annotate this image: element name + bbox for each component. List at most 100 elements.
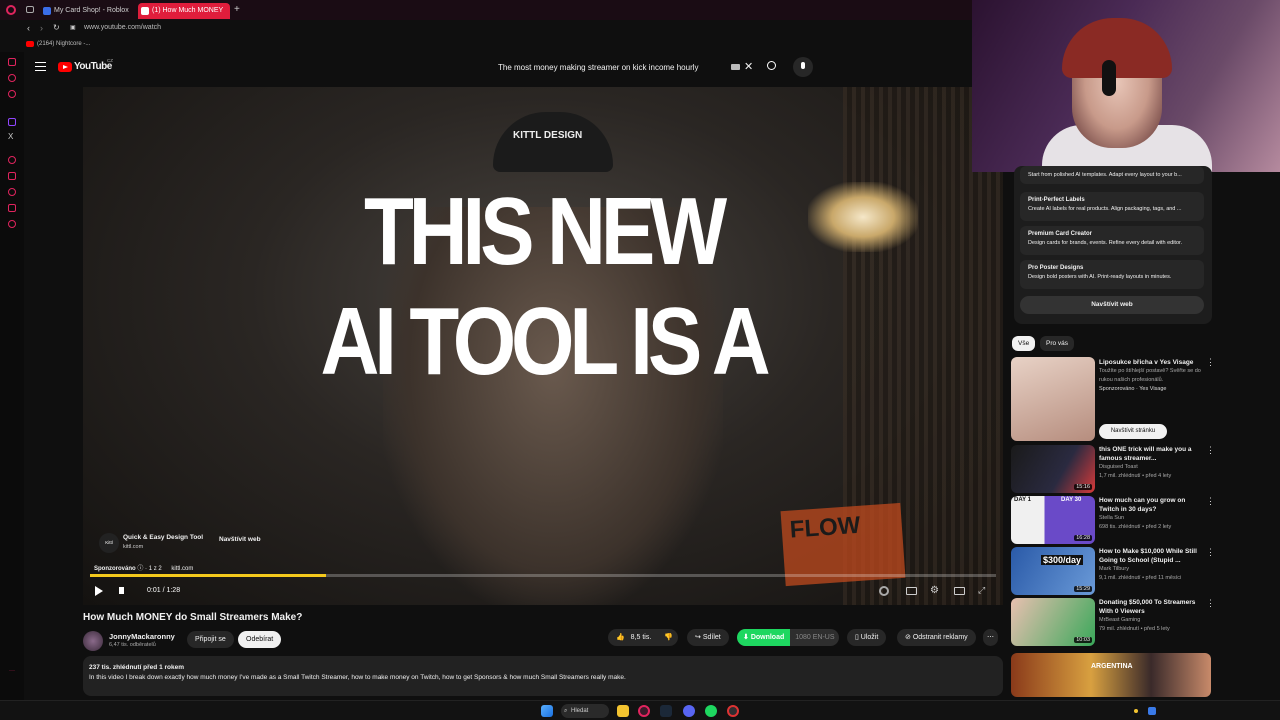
- duration-badge: 10:03: [1074, 637, 1092, 643]
- more-options-icon[interactable]: ⋮: [1206, 496, 1215, 507]
- url-field[interactable]: www.youtube.com/watch: [84, 24, 161, 31]
- subscribe-button[interactable]: Odebírat: [238, 631, 282, 648]
- settings-rail-icon[interactable]: [8, 220, 16, 228]
- rec-thumbnail-ad[interactable]: [1011, 357, 1095, 441]
- description-text: In this video I break down exactly how m…: [89, 674, 626, 681]
- settings-icon[interactable]: ⚙: [930, 585, 939, 596]
- view-count-date: 237 tis. zhlédnutí před 1 rokem: [89, 664, 184, 671]
- home-rail-icon[interactable]: [8, 58, 16, 66]
- more-actions-button[interactable]: ⋯: [983, 629, 998, 646]
- video-title: How Much MONEY do Small Streamers Make?: [83, 612, 303, 623]
- rec-thumbnail[interactable]: 10:03: [1011, 598, 1095, 646]
- chip-for-you[interactable]: Pro vás: [1040, 336, 1075, 351]
- download-label: ⬇ Download: [737, 629, 791, 646]
- obs-icon[interactable]: [727, 705, 739, 717]
- steam-icon[interactable]: [660, 705, 672, 717]
- download-button[interactable]: ⬇ Download 1080 EN-US: [737, 629, 839, 646]
- search-icon[interactable]: [767, 61, 776, 70]
- thumbs-down-icon[interactable]: 👎: [664, 629, 673, 646]
- extensions-rail-icon[interactable]: [8, 204, 16, 212]
- quality-select[interactable]: 1080 EN-US: [795, 634, 834, 641]
- ad-option[interactable]: Print-Perfect Labels Create AI labels fo…: [1020, 192, 1204, 221]
- keyboard-icon[interactable]: [731, 64, 740, 70]
- info-icon[interactable]: ⓘ ·: [137, 566, 148, 572]
- kittl-logo: Kittl: [99, 533, 119, 553]
- remove-ads-button[interactable]: ⊘ Odstranit reklamy: [897, 629, 976, 646]
- tab-overview-icon[interactable]: [26, 6, 34, 13]
- more-rail-icon[interactable]: ···: [9, 668, 15, 674]
- rec-item[interactable]: How much can you grow on Twitch in 30 da…: [1099, 496, 1207, 532]
- tab-roblox[interactable]: My Card Shop! - Roblox: [40, 3, 136, 19]
- windows-start-icon[interactable]: [541, 705, 553, 717]
- ad-overlay-card[interactable]: Kittl Quick & Easy Design Tool kittl.com…: [93, 527, 273, 559]
- network-icon[interactable]: [1148, 707, 1156, 715]
- tray-icon[interactable]: [1134, 709, 1138, 713]
- ad-option[interactable]: Premium Card Creator Design cards for br…: [1020, 226, 1204, 255]
- taskbar-search[interactable]: ⌕ Hledat: [561, 704, 609, 718]
- instagram-rail-icon[interactable]: [8, 118, 16, 126]
- sidebar-ad-panel: Start from polished AI templates. Adapt …: [1014, 166, 1212, 324]
- bookmarks-rail-icon[interactable]: [8, 172, 16, 180]
- taskbar: ⌕ Hledat: [0, 700, 1280, 720]
- rec-item-ad[interactable]: Liposukce břicha v Yes Visage Toužíte po…: [1099, 358, 1207, 394]
- downloads-rail-icon[interactable]: [8, 188, 16, 196]
- ad-option[interactable]: Start from polished AI templates. Adapt …: [1020, 166, 1204, 184]
- rec-visit-page-button[interactable]: Navštívit stránku: [1099, 424, 1167, 439]
- thumb-text: DAY 1: [1014, 497, 1032, 503]
- ad-option[interactable]: Pro Poster Designs Design bold posters w…: [1020, 260, 1204, 289]
- more-options-icon[interactable]: ⋮: [1206, 357, 1215, 368]
- channel-avatar[interactable]: [83, 631, 103, 651]
- volume-icon[interactable]: [119, 587, 124, 594]
- more-options-icon[interactable]: ⋮: [1206, 445, 1215, 456]
- rec-thumbnail-bottom[interactable]: ARGENTINA: [1011, 653, 1211, 697]
- rec-thumbnail[interactable]: $300/day 15:29: [1011, 547, 1095, 595]
- whatsapp-rail-icon[interactable]: [8, 90, 16, 98]
- x-rail-icon[interactable]: X: [8, 132, 13, 141]
- rec-item[interactable]: Donating $50,000 To Streamers With 0 Vie…: [1099, 598, 1207, 634]
- tab-youtube[interactable]: (1) How Much MONEY do: [138, 3, 230, 30]
- subtitles-icon[interactable]: [906, 587, 917, 595]
- new-tab-button[interactable]: +: [234, 4, 240, 15]
- rec-thumbnail[interactable]: DAY 1 DAY 30 16:28: [1011, 496, 1095, 544]
- more-options-icon[interactable]: ⋮: [1206, 547, 1215, 558]
- spotify-icon[interactable]: [705, 705, 717, 717]
- bookmark-item[interactable]: (2164) Nightcore -...: [37, 41, 90, 47]
- history-rail-icon[interactable]: [8, 156, 16, 164]
- rec-item[interactable]: this ONE trick will make you a famous st…: [1099, 445, 1207, 481]
- forward-icon[interactable]: ›: [40, 23, 43, 33]
- taskbar-search-icon: ⌕: [564, 708, 568, 714]
- messenger-rail-icon[interactable]: [8, 74, 16, 82]
- opera-taskbar-icon[interactable]: [638, 705, 650, 717]
- voice-search-icon[interactable]: [793, 57, 813, 77]
- sidebar-visit-web-button[interactable]: Navštívit web: [1020, 296, 1204, 314]
- browser-sidebar: X ···: [0, 52, 24, 700]
- clear-search-icon[interactable]: ✕: [744, 60, 753, 73]
- autoplay-toggle[interactable]: [879, 586, 889, 596]
- video-player[interactable]: KITTL DESIGN FLOW THIS NEW AI TOOL IS A …: [83, 87, 1003, 605]
- play-button[interactable]: [95, 586, 103, 596]
- reload-icon[interactable]: ↻: [53, 23, 60, 32]
- channel-name[interactable]: JonnyMackaronny: [109, 632, 175, 641]
- region-code: CZ: [107, 58, 113, 63]
- youtube-logo-icon[interactable]: [58, 62, 72, 72]
- youtube-header: YouTube CZ The most money making streame…: [24, 52, 974, 84]
- opera-logo-icon[interactable]: [6, 5, 16, 15]
- description-box[interactable]: 237 tis. zhlédnutí před 1 rokem In this …: [83, 656, 1003, 696]
- discord-icon[interactable]: [683, 705, 695, 717]
- thumb-text: ARGENTINA: [1091, 663, 1133, 670]
- like-button[interactable]: 👍 8,5 tis. 👎: [608, 629, 678, 646]
- join-button[interactable]: Připojit se: [187, 631, 234, 648]
- miniplayer-icon[interactable]: [954, 587, 965, 595]
- ad-visit-button[interactable]: Navštívit web: [219, 536, 261, 543]
- rec-item[interactable]: How to Make $10,000 While Still Going to…: [1099, 547, 1207, 583]
- menu-icon[interactable]: [35, 62, 46, 71]
- chip-all[interactable]: Vše: [1012, 336, 1036, 351]
- more-options-icon[interactable]: ⋮: [1206, 598, 1215, 609]
- share-button[interactable]: ↪ Sdílet: [687, 629, 729, 646]
- fullscreen-icon[interactable]: ⤢: [978, 585, 985, 596]
- rec-thumbnail[interactable]: 15:16: [1011, 445, 1095, 493]
- file-explorer-icon[interactable]: [617, 705, 629, 717]
- cap: KITTL DESIGN: [493, 112, 613, 172]
- save-button[interactable]: ▯ Uložit: [847, 629, 887, 646]
- back-icon[interactable]: ‹: [27, 23, 30, 33]
